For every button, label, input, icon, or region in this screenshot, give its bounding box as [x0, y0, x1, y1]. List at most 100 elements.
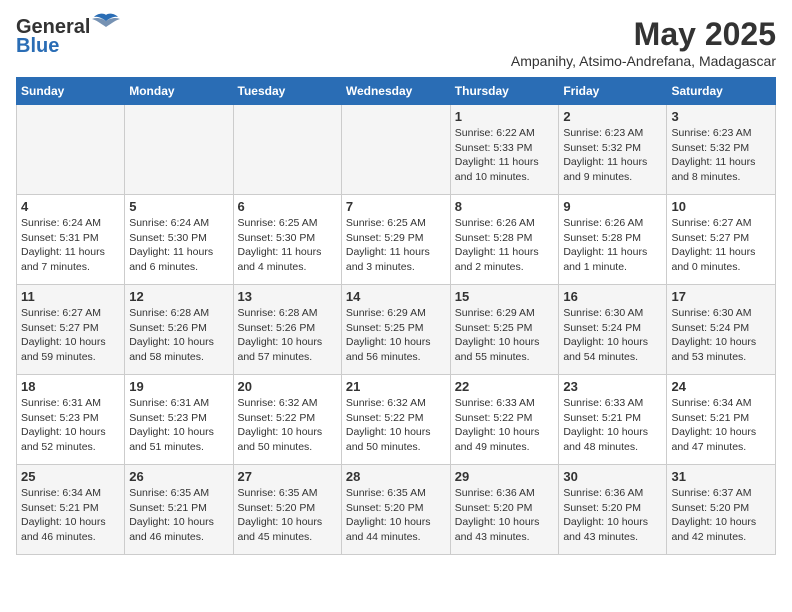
week-row-0: 1 Sunrise: 6:22 AMSunset: 5:33 PMDaylight… [17, 105, 776, 195]
day-info: Sunrise: 6:29 AMSunset: 5:25 PMDaylight:… [455, 306, 555, 365]
calendar-cell [125, 105, 233, 195]
header-wednesday: Wednesday [341, 78, 450, 105]
day-info: Sunrise: 6:26 AMSunset: 5:28 PMDaylight:… [455, 216, 555, 275]
header: General Blue May 2025 Ampanihy, Atsimo-A… [16, 16, 776, 69]
calendar-cell: 23 Sunrise: 6:33 AMSunset: 5:21 PMDayligh… [559, 375, 667, 465]
page-subtitle: Ampanihy, Atsimo-Andrefana, Madagascar [511, 53, 776, 69]
calendar-cell: 16 Sunrise: 6:30 AMSunset: 5:24 PMDayligh… [559, 285, 667, 375]
day-info: Sunrise: 6:26 AMSunset: 5:28 PMDaylight:… [563, 216, 662, 275]
day-number: 16 [563, 289, 662, 304]
calendar-cell: 18 Sunrise: 6:31 AMSunset: 5:23 PMDayligh… [17, 375, 125, 465]
day-info: Sunrise: 6:32 AMSunset: 5:22 PMDaylight:… [346, 396, 446, 455]
day-number: 5 [129, 199, 228, 214]
logo-bird-icon [92, 13, 120, 33]
day-number: 20 [238, 379, 337, 394]
day-info: Sunrise: 6:33 AMSunset: 5:22 PMDaylight:… [455, 396, 555, 455]
day-info: Sunrise: 6:31 AMSunset: 5:23 PMDaylight:… [129, 396, 228, 455]
day-info: Sunrise: 6:36 AMSunset: 5:20 PMDaylight:… [563, 486, 662, 545]
calendar-cell: 14Sunrise: 6:29 AMSunset: 5:25 PMDayligh… [341, 285, 450, 375]
day-info: Sunrise: 6:30 AMSunset: 5:24 PMDaylight:… [671, 306, 771, 365]
calendar-cell: 31 Sunrise: 6:37 AMSunset: 5:20 PMDayligh… [667, 465, 776, 555]
day-number: 31 [671, 469, 771, 484]
day-number: 3 [671, 109, 771, 124]
calendar-cell: 17 Sunrise: 6:30 AMSunset: 5:24 PMDayligh… [667, 285, 776, 375]
logo-blue: Blue [16, 35, 59, 58]
week-row-3: 18 Sunrise: 6:31 AMSunset: 5:23 PMDayligh… [17, 375, 776, 465]
day-info: Sunrise: 6:25 AMSunset: 5:29 PMDaylight:… [346, 216, 446, 275]
day-info: Sunrise: 6:35 AMSunset: 5:20 PMDaylight:… [346, 486, 446, 545]
day-number: 4 [21, 199, 120, 214]
day-number: 13 [238, 289, 337, 304]
day-info: Sunrise: 6:24 AMSunset: 5:31 PMDaylight:… [21, 216, 120, 275]
calendar-cell: 29Sunrise: 6:36 AMSunset: 5:20 PMDayligh… [450, 465, 559, 555]
header-sunday: Sunday [17, 78, 125, 105]
day-number: 29 [455, 469, 555, 484]
calendar-cell: 15Sunrise: 6:29 AMSunset: 5:25 PMDayligh… [450, 285, 559, 375]
header-row: SundayMondayTuesdayWednesdayThursdayFrid… [17, 78, 776, 105]
day-info: Sunrise: 6:33 AMSunset: 5:21 PMDaylight:… [563, 396, 662, 455]
header-thursday: Thursday [450, 78, 559, 105]
page-title: May 2025 [511, 16, 776, 53]
day-info: Sunrise: 6:28 AMSunset: 5:26 PMDaylight:… [238, 306, 337, 365]
day-info: Sunrise: 6:23 AMSunset: 5:32 PMDaylight:… [563, 126, 662, 185]
calendar-cell: 9 Sunrise: 6:26 AMSunset: 5:28 PMDaylight… [559, 195, 667, 285]
calendar-cell: 6 Sunrise: 6:25 AMSunset: 5:30 PMDaylight… [233, 195, 341, 285]
day-info: Sunrise: 6:34 AMSunset: 5:21 PMDaylight:… [21, 486, 120, 545]
day-info: Sunrise: 6:32 AMSunset: 5:22 PMDaylight:… [238, 396, 337, 455]
calendar-cell: 30Sunrise: 6:36 AMSunset: 5:20 PMDayligh… [559, 465, 667, 555]
header-saturday: Saturday [667, 78, 776, 105]
day-number: 25 [21, 469, 120, 484]
day-info: Sunrise: 6:35 AMSunset: 5:21 PMDaylight:… [129, 486, 228, 545]
calendar-cell: 25 Sunrise: 6:34 AMSunset: 5:21 PMDayligh… [17, 465, 125, 555]
calendar-cell: 12Sunrise: 6:28 AMSunset: 5:26 PMDayligh… [125, 285, 233, 375]
calendar-cell: 8 Sunrise: 6:26 AMSunset: 5:28 PMDaylight… [450, 195, 559, 285]
header-friday: Friday [559, 78, 667, 105]
calendar-cell [341, 105, 450, 195]
calendar-cell: 5 Sunrise: 6:24 AMSunset: 5:30 PMDaylight… [125, 195, 233, 285]
calendar-cell: 7Sunrise: 6:25 AMSunset: 5:29 PMDaylight… [341, 195, 450, 285]
day-number: 12 [129, 289, 228, 304]
calendar-cell: 10Sunrise: 6:27 AMSunset: 5:27 PMDayligh… [667, 195, 776, 285]
day-number: 21 [346, 379, 446, 394]
day-number: 8 [455, 199, 555, 214]
day-number: 9 [563, 199, 662, 214]
calendar-cell [233, 105, 341, 195]
day-number: 18 [21, 379, 120, 394]
day-info: Sunrise: 6:25 AMSunset: 5:30 PMDaylight:… [238, 216, 337, 275]
logo: General Blue [16, 16, 120, 58]
calendar-cell: 20 Sunrise: 6:32 AMSunset: 5:22 PMDayligh… [233, 375, 341, 465]
day-info: Sunrise: 6:31 AMSunset: 5:23 PMDaylight:… [21, 396, 120, 455]
calendar-cell: 24Sunrise: 6:34 AMSunset: 5:21 PMDayligh… [667, 375, 776, 465]
calendar-cell: 1 Sunrise: 6:22 AMSunset: 5:33 PMDaylight… [450, 105, 559, 195]
calendar-body: 1 Sunrise: 6:22 AMSunset: 5:33 PMDaylight… [17, 105, 776, 555]
week-row-2: 11Sunrise: 6:27 AMSunset: 5:27 PMDayligh… [17, 285, 776, 375]
calendar-table: SundayMondayTuesdayWednesdayThursdayFrid… [16, 77, 776, 555]
day-info: Sunrise: 6:22 AMSunset: 5:33 PMDaylight:… [455, 126, 555, 185]
calendar-cell: 21 Sunrise: 6:32 AMSunset: 5:22 PMDayligh… [341, 375, 450, 465]
day-number: 27 [238, 469, 337, 484]
calendar-cell: 22 Sunrise: 6:33 AMSunset: 5:22 PMDayligh… [450, 375, 559, 465]
calendar-cell: 3Sunrise: 6:23 AMSunset: 5:32 PMDaylight… [667, 105, 776, 195]
calendar-cell [17, 105, 125, 195]
day-info: Sunrise: 6:24 AMSunset: 5:30 PMDaylight:… [129, 216, 228, 275]
calendar-cell: 4 Sunrise: 6:24 AMSunset: 5:31 PMDaylight… [17, 195, 125, 285]
day-info: Sunrise: 6:27 AMSunset: 5:27 PMDaylight:… [671, 216, 771, 275]
day-number: 23 [563, 379, 662, 394]
day-number: 19 [129, 379, 228, 394]
day-number: 22 [455, 379, 555, 394]
calendar-cell: 13 Sunrise: 6:28 AMSunset: 5:26 PMDayligh… [233, 285, 341, 375]
day-number: 26 [129, 469, 228, 484]
calendar-cell: 28Sunrise: 6:35 AMSunset: 5:20 PMDayligh… [341, 465, 450, 555]
day-number: 24 [671, 379, 771, 394]
calendar-cell: 19 Sunrise: 6:31 AMSunset: 5:23 PMDayligh… [125, 375, 233, 465]
week-row-4: 25 Sunrise: 6:34 AMSunset: 5:21 PMDayligh… [17, 465, 776, 555]
day-info: Sunrise: 6:35 AMSunset: 5:20 PMDaylight:… [238, 486, 337, 545]
day-number: 17 [671, 289, 771, 304]
day-info: Sunrise: 6:37 AMSunset: 5:20 PMDaylight:… [671, 486, 771, 545]
day-info: Sunrise: 6:30 AMSunset: 5:24 PMDaylight:… [563, 306, 662, 365]
day-number: 6 [238, 199, 337, 214]
day-number: 2 [563, 109, 662, 124]
day-number: 14 [346, 289, 446, 304]
day-number: 1 [455, 109, 555, 124]
title-area: May 2025 Ampanihy, Atsimo-Andrefana, Mad… [511, 16, 776, 69]
